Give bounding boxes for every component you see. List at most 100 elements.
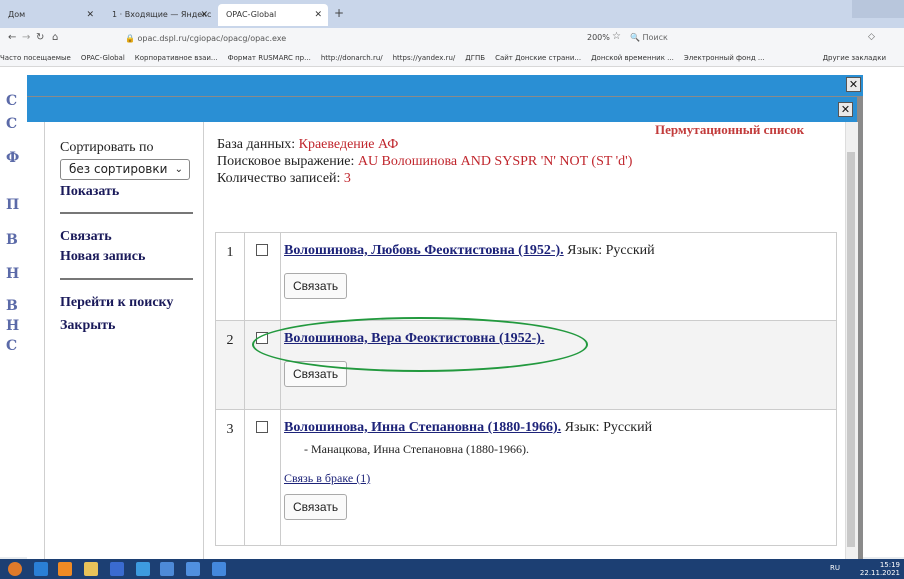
query-line: Поисковое выражение: AU Волошинова AND S… [217,153,632,170]
lock-icon: 🔒 [125,34,138,43]
bookmark-item[interactable]: ДГПБ [465,50,485,66]
perm-list-link[interactable]: Пермутационный список [655,122,804,138]
sort-selected-value: без сортировки [69,162,168,176]
row-number: 1 [216,233,245,320]
clock-time: 15:19 [879,561,900,569]
query-label: Поисковое выражение: [217,154,358,169]
count-label: Количество записей: [217,171,344,186]
firefox-icon[interactable] [58,562,72,576]
record-title-link[interactable]: Волошинова, Инна Степановна (1880-1966). [284,420,561,435]
related-name: - Манацкова, Инна Степановна (1880-1966)… [304,442,530,456]
bg-letter: Н [6,318,20,334]
app-icon[interactable] [136,562,150,576]
language-indicator[interactable]: RU [830,564,840,572]
new-record-link[interactable]: Новая запись [60,249,145,265]
app-icon[interactable] [110,562,124,576]
bookmark-item[interactable]: Донской временник ... [591,50,674,66]
taskbar: RU [0,559,904,579]
close-icon[interactable]: ✕ [86,4,94,26]
bookmark-item[interactable]: Сайт Донские страни... [495,50,581,66]
bg-letter: Н [6,266,20,282]
db-line: База данных: Краеведение АФ [217,136,632,153]
lang-value: Русский [602,243,655,258]
record-title-link[interactable]: Волошинова, Любовь Феоктистовна (1952-). [284,243,564,258]
sort-select[interactable]: без сортировки ⌄ [60,159,190,180]
row-content: Волошинова, Инна Степановна (1880-1966).… [284,410,836,530]
tab-opac[interactable]: OPAC-Global ✕ [218,4,328,26]
chevron-down-icon: ⌄ [174,164,183,175]
db-label: База данных: [217,137,299,152]
row-number: 3 [216,410,245,545]
tab-bar: Дом✕ 1 · Входящие — Яндекс Почта✕ OPAC-G… [0,0,904,28]
close-link[interactable]: Закрыть [60,318,115,334]
tab-mail[interactable]: 1 · Входящие — Яндекс Почта✕ [104,4,214,26]
bg-letter: В [6,298,18,314]
link-button[interactable]: Связать [284,494,348,520]
bookmark-item[interactable]: http://donarch.ru/ [321,50,383,66]
sort-label: Сортировать по [60,140,154,155]
checkbox-cell [245,233,281,320]
bg-letter: С [6,338,18,354]
bookmark-item[interactable]: Электронный фонд ... [684,50,765,66]
browser-icon[interactable] [34,562,48,576]
row-checkbox[interactable] [256,244,268,256]
app-icon[interactable] [160,562,174,576]
row-number: 2 [216,321,245,409]
results-table: 1 Волошинова, Любовь Феоктистовна (1952-… [215,232,837,546]
checkbox-cell [245,410,281,545]
bookmark-item[interactable]: Формат RUSMARC пр... [228,50,311,66]
other-bookmarks[interactable]: Другие закладки [823,50,886,66]
row-checkbox[interactable] [256,421,268,433]
sidebar: Сортировать по без сортировки ⌄ Показать… [44,122,204,559]
outer-close-icon[interactable]: ✕ [846,77,861,92]
bg-letter: В [6,232,18,248]
show-link[interactable]: Показать [60,184,119,200]
bookmark-item[interactable]: OPAC-Global [81,50,125,66]
row-content: Волошинова, Любовь Феоктистовна (1952-).… [284,233,836,309]
link-button[interactable]: Связать [284,273,348,299]
bookmarks-bar: Часто посещаемые OPAC-Global Корпоративное… [0,50,904,67]
modal-close-icon[interactable]: ✕ [838,102,853,117]
count-value: 3 [343,171,351,186]
bookmark-item[interactable]: https://yandex.ru/ [393,50,456,66]
bg-letter: С [6,116,18,132]
start-icon[interactable] [8,562,22,576]
window-controls[interactable] [852,0,904,18]
modal-titlebar [27,97,857,122]
close-icon[interactable]: ✕ [314,4,322,26]
lang-value: Русский [599,420,653,435]
go-search-link[interactable]: Перейти к поиску [60,295,173,311]
query-value: AU Волошинова AND SYSPR 'N' NOT (ST 'd') [357,154,633,169]
tab-label: 1 · Входящие — Яндекс Почта [112,10,214,19]
bookmark-item[interactable]: Корпоративное взаи... [135,50,218,66]
scrollbar-thumb[interactable] [847,152,855,547]
outer-dialog-titlebar [27,75,863,96]
app-icon[interactable] [186,562,200,576]
relation-link[interactable]: Связь в браке (1) [284,471,836,486]
home-icon[interactable]: ⌂ [52,32,58,43]
table-row: 1 Волошинова, Любовь Феоктистовна (1952-… [216,233,836,320]
tab-home[interactable]: Дом ✕ [0,4,100,26]
search-info: База данных: Краеведение АФ Поисковое вы… [217,136,632,187]
clock-date: 22.11.2021 [859,569,900,577]
bg-letter: Ф [6,150,20,166]
bookmark-item[interactable]: Часто посещаемые [0,50,71,66]
close-icon[interactable]: ✕ [200,4,208,26]
back-icon[interactable]: ← [8,32,16,43]
new-tab-icon[interactable]: + [334,6,344,20]
link-link[interactable]: Связать [60,229,112,245]
divider [60,212,193,214]
forward-icon[interactable]: → [22,32,30,43]
divider [60,278,193,280]
tab-label: OPAC-Global [226,10,277,19]
shield-icon[interactable]: ◇ [868,32,875,42]
folder-icon[interactable] [84,562,98,576]
table-row: 3 Волошинова, Инна Степановна (1880-1966… [216,409,836,545]
url-field[interactable]: 🔒 opac.dspl.ru/cgiopac/opacg/opac.exe [125,31,685,47]
lang-label: Язык: [561,420,600,435]
bg-letter: П [6,197,20,213]
app-icon[interactable] [212,562,226,576]
clock[interactable]: 15:19 22.11.2021 [860,561,900,577]
reload-icon[interactable]: ↻ [36,32,44,43]
highlight-ellipse [252,317,588,372]
